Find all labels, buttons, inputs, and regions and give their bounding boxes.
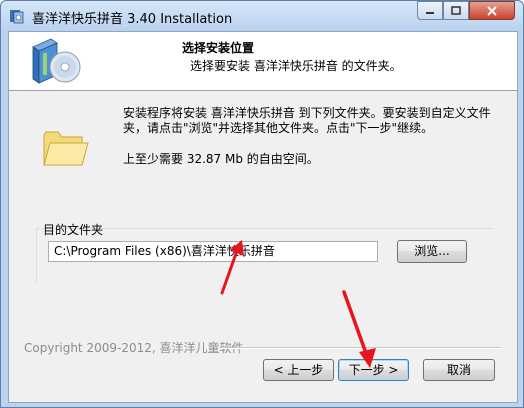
destination-group-label: 目的文件夹 <box>43 223 104 237</box>
maximize-button[interactable] <box>443 1 469 20</box>
space-required-text: 上至少需要 32.87 Mb 的自由空间。 <box>123 152 319 166</box>
cancel-button[interactable]: 取消 <box>423 359 495 381</box>
install-description: 安装程序将安装 喜洋洋快乐拼音 到下列文件夹。要安装到自定义文件夹，请点击"浏览… <box>123 106 491 135</box>
software-box-icon <box>32 38 81 84</box>
title-bar[interactable]: 喜洋洋快乐拼音 3.40 Installation <box>1 1 523 31</box>
annotation-arrow-next-icon <box>342 290 376 368</box>
annotation-arrow-path-icon <box>220 240 244 295</box>
folder-icon <box>43 131 89 166</box>
page-subtitle: 选择要安装 喜洋洋快乐拼音 的文件夹。 <box>190 59 402 73</box>
installer-client-area: 选择安装位置 选择要安装 喜洋洋快乐拼音 的文件夹。 安装程序将安装 喜洋洋快乐… <box>8 31 518 403</box>
maximize-icon <box>451 6 461 15</box>
installer-window: 喜洋洋快乐拼音 3.40 Installation 选择安装位置 选择要安装 喜… <box>0 0 524 408</box>
close-button[interactable] <box>469 1 515 20</box>
installer-app-icon <box>10 10 24 24</box>
copyright-text: Copyright 2009-2012, 喜洋洋儿童软件 <box>24 341 244 355</box>
destination-folder-input[interactable]: C:\Program Files (x86)\喜洋洋快乐拼音 <box>48 241 378 262</box>
browse-button[interactable]: 浏览... <box>397 240 467 263</box>
minimize-icon <box>426 11 434 14</box>
page-header: 选择安装位置 选择要安装 喜洋洋快乐拼音 的文件夹。 <box>9 32 517 91</box>
minimize-button[interactable] <box>417 1 443 20</box>
page-title: 选择安装位置 <box>182 41 255 55</box>
window-title: 喜洋洋快乐拼音 3.40 Installation <box>32 12 233 27</box>
back-button[interactable]: < 上一步 <box>263 359 334 381</box>
close-icon <box>487 5 497 16</box>
